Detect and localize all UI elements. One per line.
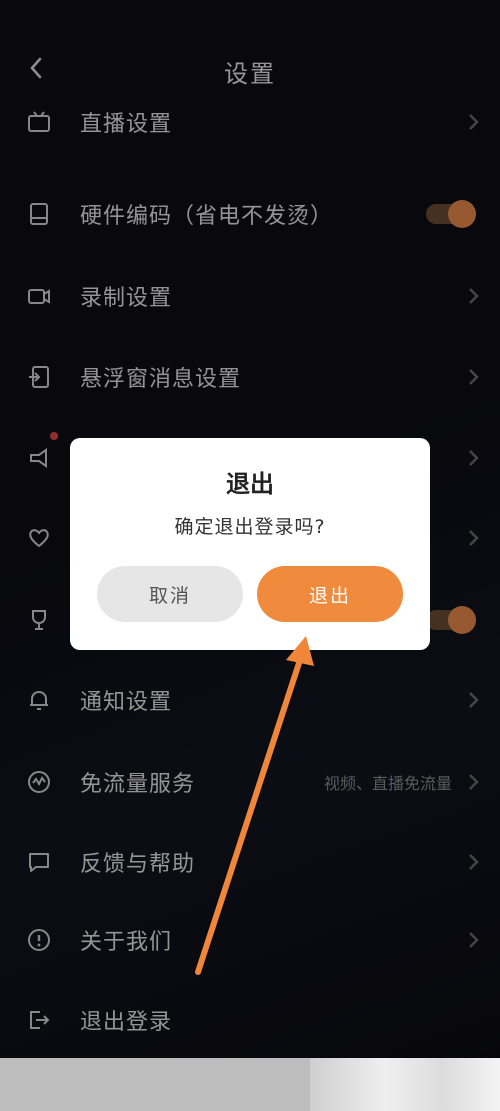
- logout-dialog: 退出 确定退出登录吗? 取消 退出: [70, 438, 430, 650]
- cancel-button[interactable]: 取消: [97, 566, 243, 622]
- confirm-logout-button[interactable]: 退出: [257, 566, 403, 622]
- bottom-bar: [0, 1058, 500, 1111]
- dialog-title: 退出: [226, 470, 274, 498]
- settings-screen: 设置 直播设置 硬件编码（省电不发烫） 录制设置 悬浮窗消息设置 通知设置 免流…: [0, 0, 500, 1058]
- dialog-message: 确定退出登录吗?: [174, 516, 326, 538]
- watermark-blur: [310, 1058, 500, 1111]
